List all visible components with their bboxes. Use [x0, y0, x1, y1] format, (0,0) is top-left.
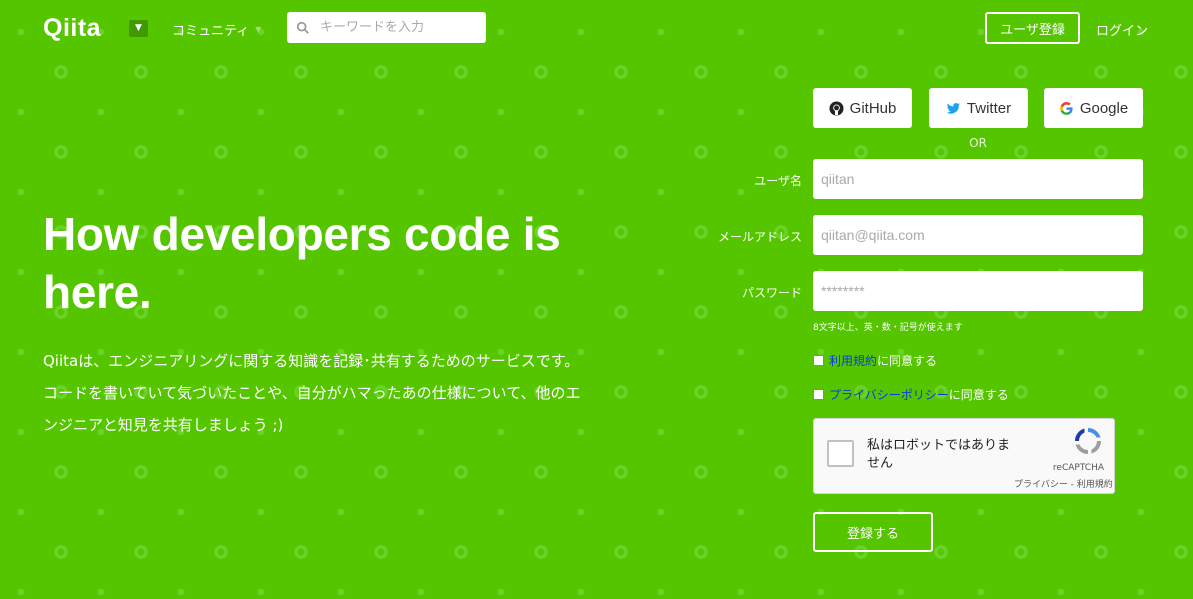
hero-description-line: ンジニアと知見を共有しましょう ;): [43, 416, 284, 434]
login-link[interactable]: ログイン: [1096, 20, 1148, 39]
github-login-button[interactable]: GitHub: [813, 88, 912, 128]
hero-description-line: コードを書いていて気づいたことや、自分がハマったあの仕様について、他のエ: [43, 384, 581, 402]
google-label: Google: [1079, 99, 1129, 117]
hero-description: Qiitaは、エンジニアリングに関する知識を記録･共有するためのサービスです。 …: [43, 345, 603, 441]
or-divider: OR: [969, 136, 987, 150]
github-label: GitHub: [849, 99, 897, 117]
community-label: コミュニティ: [172, 24, 250, 39]
caret-down-icon: ▼: [135, 23, 142, 33]
recaptcha-brand: reCAPTCHA: [1052, 463, 1104, 473]
privacy-checkbox[interactable]: [813, 389, 824, 400]
recaptcha-label: 私はロボットではありません: [867, 438, 1011, 471]
password-input[interactable]: [813, 271, 1143, 311]
community-menu[interactable]: コミュニティ ▼: [172, 20, 261, 39]
twitter-login-button[interactable]: Twitter: [929, 88, 1028, 128]
hero-title: How developers code is here.: [43, 208, 561, 318]
twitter-label: Twitter: [966, 99, 1012, 117]
terms-checkbox[interactable]: [813, 355, 824, 366]
google-login-button[interactable]: Google: [1044, 88, 1143, 128]
submit-button[interactable]: 登録する: [813, 512, 933, 552]
username-label: ユーザ名: [754, 174, 802, 188]
qiita-logo[interactable]: Qiita: [43, 14, 101, 43]
email-input[interactable]: [813, 215, 1143, 255]
email-label: メールアドレス: [717, 230, 802, 244]
search-box[interactable]: [287, 12, 486, 43]
password-label: パスワード: [741, 286, 802, 300]
hero-description-line: Qiitaは、エンジニアリングに関する知識を記録･共有するためのサービスです。: [43, 352, 580, 370]
username-input[interactable]: [813, 159, 1143, 199]
privacy-agreement: プライバシーポリシー に同意する: [813, 386, 1009, 403]
logo-dropdown-button[interactable]: ▼: [129, 20, 148, 37]
github-icon: [829, 100, 844, 116]
password-hint: 8文字以上、英・数・記号が使えます: [813, 323, 963, 333]
google-icon: [1059, 101, 1073, 115]
terms-suffix: に同意する: [877, 354, 938, 368]
signup-button[interactable]: ユーザ登録: [985, 12, 1080, 44]
recaptcha-widget: 私はロボットではありません reCAPTCHA プライバシー - 利用規約: [813, 418, 1115, 494]
search-icon: [296, 21, 309, 34]
privacy-link[interactable]: プライバシーポリシー: [829, 386, 949, 403]
terms-agreement: 利用規約 に同意する: [813, 352, 937, 369]
twitter-icon: [946, 102, 960, 114]
search-input[interactable]: [318, 19, 482, 36]
recaptcha-icon: [1075, 428, 1101, 454]
recaptcha-logo-area: reCAPTCHA プライバシー - 利用規約: [1014, 425, 1113, 490]
recaptcha-checkbox[interactable]: [827, 440, 854, 467]
terms-link[interactable]: 利用規約: [829, 352, 877, 369]
caret-down-icon: ▼: [255, 25, 262, 34]
privacy-suffix: に同意する: [948, 388, 1009, 402]
recaptcha-links[interactable]: プライバシー - 利用規約: [1014, 477, 1113, 490]
